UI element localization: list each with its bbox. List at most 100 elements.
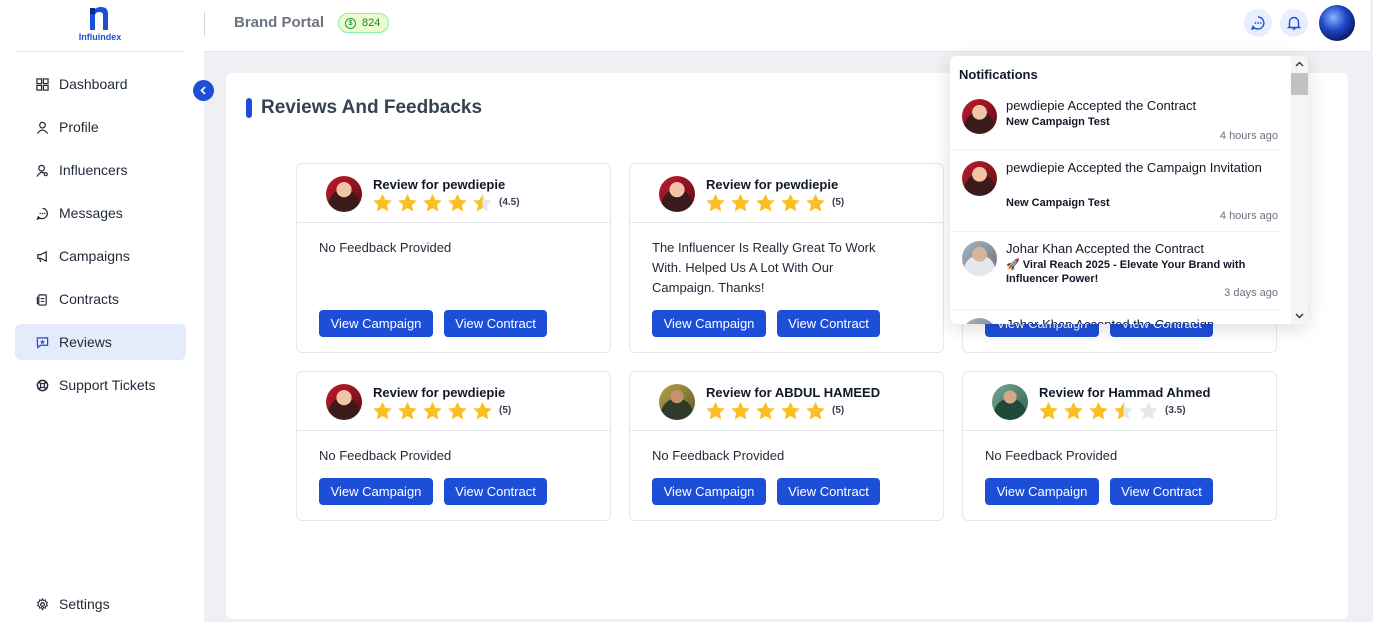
sidebar-item-label: Dashboard (59, 76, 128, 92)
view-campaign-button[interactable]: View Campaign (652, 310, 766, 337)
notification-message: pewdiepie Accepted the Campaign Invitati… (1006, 160, 1262, 175)
gear-icon (35, 597, 49, 611)
star-icon (756, 194, 775, 212)
notification-avatar (962, 318, 997, 324)
review-feedback: No Feedback Provided (652, 448, 785, 463)
view-campaign-button[interactable]: View Campaign (319, 478, 433, 505)
notification-item[interactable]: Johar Khan Accepted the Campaign (950, 315, 1280, 324)
star-icon (1064, 402, 1083, 420)
sidebar-item-dashboard[interactable]: Dashboard (15, 66, 186, 102)
star-rating: (4.5) (372, 193, 520, 212)
sidebar-item-profile[interactable]: Profile (15, 109, 186, 145)
sidebar-item-campaigns[interactable]: Campaigns (15, 238, 186, 274)
rating-value: (3.5) (1165, 405, 1186, 416)
review-card: Review for pewdiepie (4.5) No Feedback P… (296, 163, 611, 353)
sidebar-collapse-button[interactable] (193, 80, 214, 101)
star-icon (806, 402, 825, 420)
notification-item[interactable]: pewdiepie Accepted the Campaign Invitati… (950, 154, 1280, 232)
star-icon (373, 194, 392, 212)
view-contract-button[interactable]: View Contract (1110, 478, 1213, 505)
view-contract-button[interactable]: View Contract (777, 310, 880, 337)
star-icon (806, 194, 825, 212)
influindex-logo-icon (90, 7, 108, 30)
notification-message: Johar Khan Accepted the Contract (1006, 241, 1205, 256)
notification-item[interactable]: Johar Khan Accepted the Contract 🚀 Viral… (950, 235, 1280, 310)
sidebar-item-label: Reviews (59, 334, 112, 350)
user-avatar[interactable] (1319, 5, 1355, 41)
star-icon (473, 194, 492, 212)
influencer-avatar (326, 176, 362, 212)
document-icon (35, 292, 49, 306)
rating-value: (5) (499, 405, 512, 416)
notifications-scrollbar[interactable] (1291, 56, 1308, 324)
messages-button[interactable] (1244, 9, 1272, 37)
review-title: Review for ABDUL HAMEED (706, 385, 881, 400)
influencer-avatar (326, 384, 362, 420)
review-feedback: No Feedback Provided (985, 448, 1118, 463)
sidebar-item-contracts[interactable]: Contracts (15, 281, 186, 317)
notifications-button[interactable] (1280, 9, 1308, 37)
page-title: Reviews And Feedbacks (246, 97, 482, 119)
rating-value: (5) (832, 197, 845, 208)
star-icon (781, 402, 800, 420)
review-card-header: Review for pewdiepie (5) (297, 372, 610, 431)
star-icon (448, 402, 467, 420)
star-icon (781, 194, 800, 212)
view-contract-button[interactable]: View Contract (444, 310, 547, 337)
review-feedback: The Influencer Is Really Great To Work W… (652, 240, 876, 295)
star-icon (1114, 402, 1133, 420)
influencer-avatar (659, 384, 695, 420)
sidebar-item-influencers[interactable]: Influencers (15, 152, 186, 188)
coin-balance-value: 824 (362, 17, 381, 29)
influencer-avatar (992, 384, 1028, 420)
chat-bubble-icon (1250, 16, 1265, 31)
review-feedback: No Feedback Provided (319, 448, 452, 463)
brand-logo[interactable]: Influindex (17, 0, 183, 52)
topbar-divider (204, 12, 205, 36)
grid-icon (35, 77, 49, 91)
view-contract-button[interactable]: View Contract (777, 478, 880, 505)
notification-time: 4 hours ago (1219, 210, 1278, 222)
coin-balance-badge[interactable]: $ 824 (338, 13, 390, 33)
star-icon (731, 194, 750, 212)
view-contract-button[interactable]: View Contract (444, 478, 547, 505)
sidebar-item-label: Messages (59, 205, 123, 221)
sidebar-item-settings[interactable]: Settings (15, 586, 186, 622)
review-card-header: Review for Hammad Ahmed (3.5) (963, 372, 1276, 431)
scrollbar-thumb[interactable] (1291, 73, 1308, 95)
logo-text: Influindex (78, 32, 122, 42)
star-rating: (3.5) (1038, 401, 1186, 420)
star-rating: (5) (705, 193, 844, 212)
notification-time: 3 days ago (1224, 287, 1278, 299)
rating-value: (5) (832, 405, 845, 416)
view-campaign-button[interactable]: View Campaign (319, 310, 433, 337)
review-icon (35, 335, 49, 349)
view-campaign-button[interactable]: View Campaign (985, 478, 1099, 505)
sidebar-item-label: Profile (59, 119, 99, 135)
notifications-dropdown: Notifications pewdiepie Accepted the Con… (950, 56, 1308, 324)
megaphone-icon (35, 249, 49, 263)
notification-time: 4 hours ago (1219, 130, 1278, 142)
user-icon (35, 120, 49, 134)
sidebar-item-reviews[interactable]: Reviews (15, 324, 186, 360)
scroll-up-icon[interactable] (1295, 60, 1304, 69)
notification-item[interactable]: pewdiepie Accepted the Contract New Camp… (950, 94, 1280, 150)
star-rating: (5) (372, 401, 511, 420)
notification-campaign: New Campaign Test (1006, 116, 1110, 128)
notification-avatar (962, 241, 997, 276)
review-title: Review for Hammad Ahmed (1039, 385, 1211, 400)
portal-title: Brand Portal (234, 14, 325, 31)
review-card-header: Review for pewdiepie (4.5) (297, 164, 610, 223)
view-campaign-button[interactable]: View Campaign (652, 478, 766, 505)
notification-avatar (962, 161, 997, 196)
star-icon (398, 402, 417, 420)
sidebar-item-label: Campaigns (59, 248, 130, 264)
scroll-down-icon[interactable] (1295, 311, 1304, 320)
star-icon (1039, 402, 1058, 420)
review-title: Review for pewdiepie (706, 177, 839, 192)
sidebar-item-label: Contracts (59, 291, 119, 307)
chat-icon (35, 206, 49, 220)
sidebar-item-support-tickets[interactable]: Support Tickets (15, 367, 186, 403)
sidebar-item-messages[interactable]: Messages (15, 195, 186, 231)
star-icon (423, 194, 442, 212)
